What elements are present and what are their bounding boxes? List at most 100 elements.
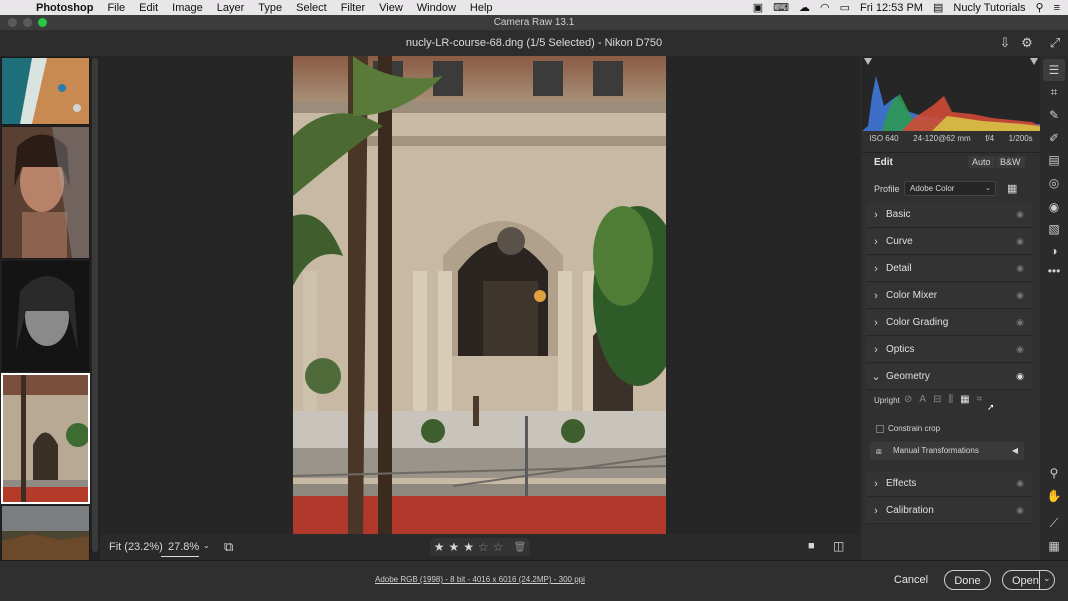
menu-file[interactable]: File [107, 2, 125, 14]
wifi-icon[interactable]: ◠ [820, 1, 830, 14]
menu-filter[interactable]: Filter [341, 2, 365, 14]
star-icon-filled[interactable]: ★ [434, 540, 445, 554]
fullscreen-icon[interactable]: ⤢ [1047, 35, 1063, 51]
upright-off-icon[interactable]: ⊘ [904, 394, 912, 405]
bw-button[interactable]: B&W [996, 156, 1025, 168]
color-sampler-icon[interactable]: ⟋ [1046, 515, 1062, 531]
filmstrip-scrollbar[interactable] [92, 58, 98, 552]
cloud-icon[interactable]: ☁ [799, 1, 810, 14]
eye-icon[interactable]: ◉ [1016, 505, 1024, 516]
presets-icon[interactable]: ◑ [1046, 243, 1062, 259]
star-rating[interactable]: ★ ★ ★ ☆ ☆ 🗑 [430, 538, 530, 556]
eye-icon[interactable]: ◉ [1016, 344, 1024, 355]
upright-auto-icon[interactable]: A [919, 394, 926, 405]
fit-zoom-label[interactable]: Fit (23.2%) [109, 541, 163, 553]
star-icon-filled[interactable]: ★ [449, 540, 460, 554]
menu-select[interactable]: Select [296, 2, 327, 14]
panel-calibration[interactable]: › Calibration ◉ [866, 498, 1032, 524]
eye-icon[interactable]: ◉ [1016, 263, 1024, 274]
upright-full-icon[interactable]: ▦ [960, 394, 969, 405]
more-icon[interactable]: ••• [1046, 263, 1062, 279]
menu-layer[interactable]: Layer [217, 2, 245, 14]
thumbnail-portrait-image [2, 127, 89, 258]
snapshots-icon[interactable]: ▧ [1046, 221, 1062, 237]
before-after-icon[interactable]: ◫ [833, 539, 844, 553]
red-eye-icon[interactable]: ◉ [1046, 199, 1062, 215]
filmstrip-thumbnail[interactable] [1, 126, 90, 259]
grid-overlay-icon[interactable]: ▦ [1046, 538, 1062, 554]
upright-guided-icon[interactable]: ⌗ [977, 394, 983, 405]
eye-icon[interactable]: ◉ [1016, 317, 1024, 328]
save-icon[interactable]: ⇩ [997, 35, 1013, 51]
zoom-level-input[interactable]: 27.8% [168, 541, 199, 553]
screen-record-icon[interactable]: ▣ [753, 1, 763, 14]
healing-icon[interactable]: ✎ [1046, 107, 1062, 123]
panel-basic[interactable]: › Basic ◉ [866, 202, 1032, 228]
eye-icon[interactable]: ◉ [1016, 371, 1024, 382]
panel-color-mixer[interactable]: › Color Mixer ◉ [866, 283, 1032, 309]
hand-icon[interactable]: ✋ [1046, 488, 1062, 504]
minimize-window-button[interactable] [23, 18, 32, 27]
menu-help[interactable]: Help [470, 2, 493, 14]
star-icon-empty[interactable]: ☆ [478, 540, 489, 554]
menu-image[interactable]: Image [172, 2, 203, 14]
control-center-icon[interactable]: ≡ [1054, 2, 1060, 14]
upright-vertical-icon[interactable]: ⫼ [948, 394, 953, 405]
panel-curve[interactable]: › Curve ◉ [866, 229, 1032, 255]
user-name[interactable]: Nucly Tutorials [953, 2, 1025, 14]
manual-transformations-section[interactable]: ⧈ Manual Transformations ◀ [870, 442, 1024, 460]
panel-effects[interactable]: › Effects ◉ [866, 471, 1032, 497]
menu-type[interactable]: Type [258, 2, 282, 14]
zoom-window-button[interactable] [38, 18, 47, 27]
flag-icon[interactable]: ▤ [933, 1, 943, 14]
trash-icon[interactable]: 🗑 [514, 542, 527, 553]
filmstrip-thumbnail-selected[interactable] [1, 373, 90, 504]
divider [862, 152, 1040, 153]
display-icon[interactable]: ▭ [840, 1, 850, 14]
panel-geometry[interactable]: ⌄ Geometry ◉ [866, 364, 1032, 390]
menu-view[interactable]: View [379, 2, 403, 14]
footer-bar: Adobe RGB (1998) - 8 bit - 4016 x 6016 (… [0, 560, 1068, 601]
workflow-options-link[interactable]: Adobe RGB (1998) - 8 bit - 4016 x 6016 (… [375, 575, 585, 584]
clock-text[interactable]: Fri 12:53 PM [860, 2, 923, 14]
gear-icon[interactable]: ⚙ [1019, 35, 1035, 51]
cancel-button[interactable]: Cancel [886, 570, 936, 590]
chevron-down-icon[interactable]: ⌄ [203, 541, 210, 550]
profile-dropdown[interactable]: Adobe Color ⌄ [904, 181, 996, 196]
keyboard-icon[interactable]: ⌨ [773, 1, 789, 14]
menu-window[interactable]: Window [417, 2, 456, 14]
eye-icon[interactable]: ◉ [1016, 290, 1024, 301]
auto-button[interactable]: Auto [968, 156, 995, 168]
single-view-icon[interactable]: ■ [808, 540, 815, 552]
eye-icon[interactable]: ◉ [1016, 209, 1024, 220]
filmstrip-thumbnail[interactable] [1, 505, 90, 560]
gradient-icon[interactable]: ▤ [1046, 152, 1062, 168]
brush-icon[interactable]: ✐ [1046, 130, 1062, 146]
menu-edit[interactable]: Edit [139, 2, 158, 14]
open-options-chevron-icon[interactable]: ⌄ [1043, 573, 1051, 584]
constrain-crop-checkbox[interactable] [876, 425, 884, 433]
crop-icon[interactable]: ⌗ [1046, 84, 1062, 100]
filmstrip-thumbnail[interactable] [1, 57, 90, 125]
panel-color-grading[interactable]: › Color Grading ◉ [866, 310, 1032, 336]
star-icon-filled[interactable]: ★ [463, 540, 474, 554]
compare-views-icon[interactable]: ⧉ [224, 539, 233, 555]
chevron-down-icon: ⌄ [871, 371, 881, 383]
radial-filter-icon[interactable]: ◎ [1046, 175, 1062, 191]
close-window-button[interactable] [8, 18, 17, 27]
eye-icon[interactable]: ◉ [1016, 236, 1024, 247]
menu-app-name[interactable]: Photoshop [36, 2, 93, 14]
upright-level-icon[interactable]: ⊟ [933, 394, 941, 405]
zoom-icon[interactable]: ⚲ [1046, 465, 1062, 481]
eye-icon[interactable]: ◉ [1016, 478, 1024, 489]
star-icon-empty[interactable]: ☆ [493, 540, 504, 554]
edit-sliders-icon[interactable]: ☰ [1046, 62, 1062, 78]
spotlight-search-icon[interactable]: ⚲ [1036, 1, 1044, 14]
done-button[interactable]: Done [944, 570, 991, 590]
filmstrip-thumbnail[interactable] [1, 260, 90, 372]
image-canvas[interactable] [100, 56, 860, 534]
panel-optics[interactable]: › Optics ◉ [866, 337, 1032, 363]
main-photo[interactable] [293, 56, 666, 534]
panel-detail[interactable]: › Detail ◉ [866, 256, 1032, 282]
profile-browser-icon[interactable]: ▦ [1007, 182, 1017, 195]
